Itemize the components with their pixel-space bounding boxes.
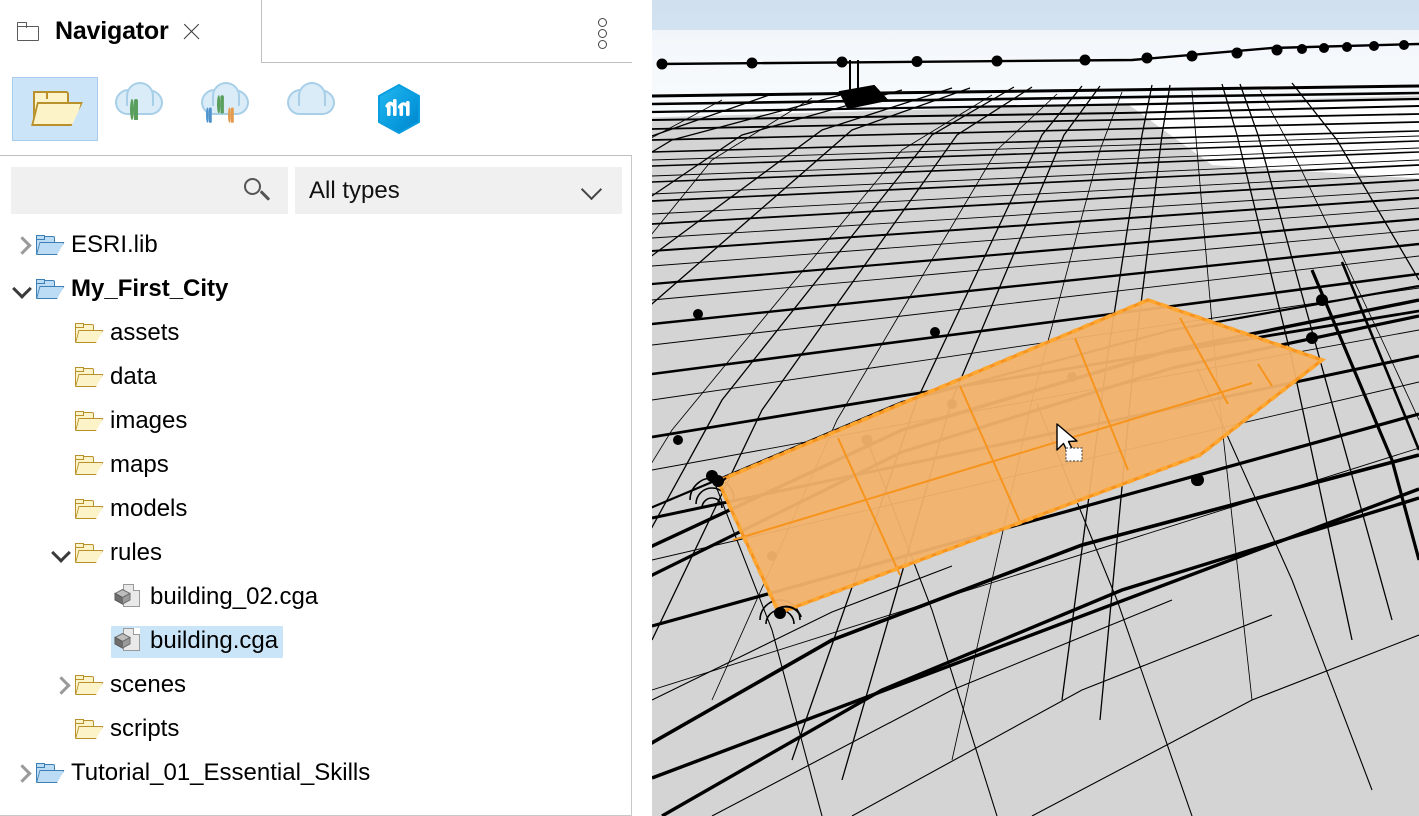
cloud-group-icon bbox=[199, 87, 255, 131]
chevron-right-icon[interactable] bbox=[50, 675, 72, 697]
arcgis-hexagon-icon bbox=[376, 84, 422, 134]
tree-item-label: building_02.cga bbox=[150, 585, 318, 609]
twisty-spacer bbox=[50, 323, 72, 345]
folder-blue-icon bbox=[36, 235, 62, 256]
tab-title: Navigator bbox=[55, 17, 169, 46]
folder-tan-icon bbox=[75, 411, 101, 432]
twisty-spacer bbox=[89, 631, 111, 653]
twisty-spacer bbox=[50, 499, 72, 521]
chevron-right-icon[interactable] bbox=[11, 763, 33, 785]
chevron-down-icon[interactable] bbox=[11, 279, 33, 301]
open-folder-icon bbox=[27, 88, 83, 130]
tree-item-models[interactable]: models bbox=[0, 488, 630, 532]
toolbar-button-arcgis-online[interactable] bbox=[356, 77, 442, 141]
tree-item-label: rules bbox=[110, 541, 162, 565]
toolbar-button-public-content[interactable] bbox=[270, 77, 356, 141]
twisty-spacer bbox=[50, 719, 72, 741]
resource-tree[interactable]: ESRI.lib My_First_Cityassets data images map… bbox=[0, 224, 630, 814]
folder-tan-icon bbox=[75, 543, 101, 564]
tree-item-label: Tutorial_01_Essential_Skills bbox=[71, 761, 370, 785]
chevron-right-icon[interactable] bbox=[11, 235, 33, 257]
toolbar-button-my-content[interactable] bbox=[98, 77, 184, 141]
tree-item-label: maps bbox=[110, 453, 169, 477]
tree-item-data[interactable]: data bbox=[0, 356, 630, 400]
tree-item-building-cga[interactable]: building.cga bbox=[0, 620, 630, 664]
vertical-dots-icon[interactable] bbox=[594, 18, 610, 50]
tree-item-tutorial-01-essential-skills[interactable]: Tutorial_01_Essential_Skills bbox=[0, 752, 630, 796]
tree-item-rules[interactable]: rules bbox=[0, 532, 630, 576]
3d-scene-viewport[interactable] bbox=[652, 0, 1419, 816]
tree-item-images[interactable]: images bbox=[0, 400, 630, 444]
chevron-down-icon bbox=[583, 182, 602, 201]
tree-item-label: My_First_City bbox=[71, 277, 228, 301]
cga-file-icon bbox=[114, 584, 142, 610]
twisty-spacer bbox=[50, 411, 72, 433]
type-filter-dropdown[interactable]: All types bbox=[295, 167, 622, 214]
tree-item-label: building.cga bbox=[150, 629, 278, 653]
folder-tan-icon bbox=[75, 499, 101, 520]
toolbar-button-local-workspace[interactable] bbox=[12, 77, 98, 141]
tree-item-scripts[interactable]: scripts bbox=[0, 708, 630, 752]
tree-item-assets[interactable]: assets bbox=[0, 312, 630, 356]
tree-item-label: images bbox=[110, 409, 187, 433]
close-icon[interactable] bbox=[180, 21, 202, 43]
twisty-spacer bbox=[89, 587, 111, 609]
tab-bar: Navigator bbox=[0, 0, 632, 63]
cloud-user-icon bbox=[113, 87, 169, 131]
folder-tan-icon bbox=[75, 455, 101, 476]
tree-item-label: models bbox=[110, 497, 187, 521]
tree-item-esri-lib[interactable]: ESRI.lib bbox=[0, 224, 630, 268]
tree-item-my-first-city[interactable]: My_First_City bbox=[0, 268, 630, 312]
folder-tan-icon bbox=[75, 323, 101, 344]
cga-file-icon bbox=[114, 628, 142, 654]
search-field[interactable] bbox=[11, 167, 288, 214]
chevron-down-icon[interactable] bbox=[50, 543, 72, 565]
folder-tan-icon bbox=[75, 719, 101, 740]
tab-navigator[interactable]: Navigator bbox=[0, 0, 262, 63]
tree-item-label: scripts bbox=[110, 717, 179, 741]
twisty-spacer bbox=[50, 455, 72, 477]
twisty-spacer bbox=[50, 367, 72, 389]
search-input[interactable] bbox=[3, 177, 240, 205]
folder-icon bbox=[17, 22, 41, 42]
folder-tan-icon bbox=[75, 675, 101, 696]
navigator-panel: Navigator bbox=[0, 0, 632, 816]
tab-bar-empty-area bbox=[262, 0, 632, 63]
tree-item-scenes[interactable]: scenes bbox=[0, 664, 630, 708]
tree-item-label: scenes bbox=[110, 673, 186, 697]
toolbar-button-groups[interactable] bbox=[184, 77, 270, 141]
tree-item-building-02-cga[interactable]: building_02.cga bbox=[0, 576, 630, 620]
cloud-icon bbox=[285, 87, 341, 131]
folder-blue-icon bbox=[36, 279, 62, 300]
tree-item-label: ESRI.lib bbox=[71, 233, 158, 257]
search-row: All types bbox=[0, 157, 632, 219]
folder-blue-icon bbox=[36, 763, 62, 784]
tree-item-label: assets bbox=[110, 321, 179, 345]
type-filter-label: All types bbox=[309, 177, 400, 205]
folder-tan-icon bbox=[75, 367, 101, 388]
tree-item-maps[interactable]: maps bbox=[0, 444, 630, 488]
search-icon[interactable] bbox=[240, 176, 278, 206]
navigator-source-toolbar bbox=[0, 63, 632, 156]
tree-item-label: data bbox=[110, 365, 157, 389]
